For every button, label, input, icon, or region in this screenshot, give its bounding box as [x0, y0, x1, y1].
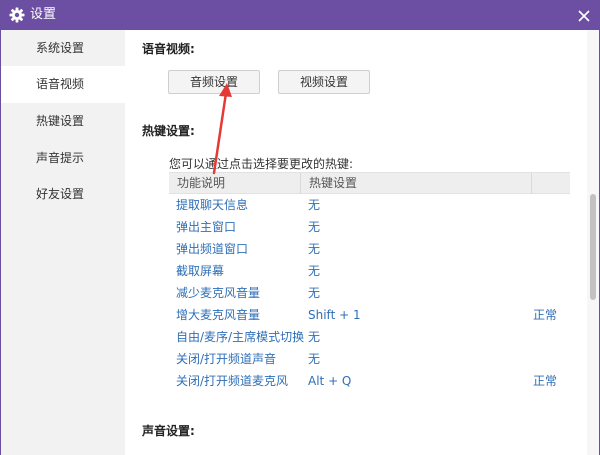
- hotkey-function: 关闭/打开频道麦克风: [176, 374, 289, 388]
- hotkey-value: Alt + Q: [308, 374, 352, 388]
- hotkey-function: 增大麦克风音量: [176, 308, 261, 322]
- sidebar-item-hotkeys[interactable]: 热键设置: [1, 103, 125, 140]
- title-bar: 设置: [1, 1, 599, 30]
- sidebar-item-sound-prompt[interactable]: 声音提示: [1, 140, 125, 177]
- hotkey-function: 减少麦克风音量: [176, 286, 261, 300]
- table-row[interactable]: 截取屏幕 无: [169, 260, 570, 282]
- sidebar-item-label: 语音视频: [36, 77, 85, 91]
- hotkey-value: 无: [308, 198, 321, 212]
- hotkey-value: 无: [308, 264, 321, 278]
- hotkeys-table: 功能说明 热键设置 提取聊天信息 无 弹出主窗口 无 弹出频道窗口 无 截取屏幕…: [169, 172, 570, 392]
- sound-settings-title: 声音设置:: [142, 424, 195, 438]
- window-title: 设置: [30, 7, 57, 22]
- gear-icon: [9, 7, 25, 23]
- hotkeys-hint: 您可以通过点击选择要更改的热键:: [169, 157, 354, 171]
- hotkey-value: 无: [308, 352, 321, 366]
- table-row[interactable]: 增大麦克风音量 Shift + 1 正常: [169, 304, 570, 326]
- sidebar-item-label: 热键设置: [36, 114, 85, 128]
- table-row[interactable]: 关闭/打开频道声音 无: [169, 348, 570, 370]
- hotkey-value: Shift + 1: [308, 308, 361, 322]
- scrollbar-thumb[interactable]: [590, 194, 596, 300]
- column-divider: [531, 173, 532, 194]
- close-button[interactable]: [569, 1, 599, 30]
- sidebar-item-voice-video[interactable]: 语音视频: [1, 66, 125, 103]
- table-row[interactable]: 关闭/打开频道麦克风 Alt + Q 正常: [169, 370, 570, 392]
- column-divider: [300, 173, 301, 194]
- hotkey-value: 无: [308, 242, 321, 256]
- column-header-hotkey: 热键设置: [309, 176, 358, 190]
- close-icon: [578, 9, 590, 22]
- hotkeys-title: 热键设置:: [142, 124, 195, 138]
- hotkey-function: 关闭/打开频道声音: [176, 352, 277, 366]
- hotkey-value: 无: [308, 286, 321, 300]
- voice-video-title: 语音视频:: [142, 42, 195, 56]
- sidebar: 系统设置 语音视频 热键设置 声音提示 好友设置: [1, 30, 125, 455]
- table-row[interactable]: 减少麦克风音量 无: [169, 282, 570, 304]
- hotkey-function: 自由/麦序/主席模式切换: [176, 330, 305, 344]
- table-row[interactable]: 弹出主窗口 无: [169, 216, 570, 238]
- video-settings-button[interactable]: 视频设置: [278, 70, 370, 94]
- sidebar-item-label: 声音提示: [36, 151, 85, 165]
- hotkey-status: 正常: [533, 308, 558, 322]
- hotkey-value: 无: [308, 330, 321, 344]
- hotkey-function: 截取屏幕: [176, 264, 225, 278]
- settings-content: 语音视频: 音频设置 视频设置 热键设置: 您可以通过点击选择要更改的热键: 功…: [125, 30, 587, 455]
- table-row[interactable]: 弹出频道窗口 无: [169, 238, 570, 260]
- sidebar-item-label: 系统设置: [36, 41, 85, 55]
- hotkey-function: 提取聊天信息: [176, 198, 249, 212]
- table-row[interactable]: 自由/麦序/主席模式切换 无: [169, 326, 570, 348]
- table-row[interactable]: 提取聊天信息 无: [169, 194, 570, 216]
- hotkey-value: 无: [308, 220, 321, 234]
- hotkey-function: 弹出主窗口: [176, 220, 237, 234]
- sidebar-item-label: 好友设置: [36, 187, 85, 201]
- hotkey-function: 弹出频道窗口: [176, 242, 249, 256]
- settings-window: 设置 系统设置 语音视频 热键设置 声音提示 好友设置 语音视频: 音频设置 视…: [0, 0, 600, 455]
- hotkey-status: 正常: [533, 374, 558, 388]
- scrollbar[interactable]: [587, 30, 599, 455]
- sidebar-item-friends[interactable]: 好友设置: [1, 176, 125, 213]
- annotation-arrow: [212, 83, 232, 175]
- sidebar-item-system[interactable]: 系统设置: [1, 30, 125, 67]
